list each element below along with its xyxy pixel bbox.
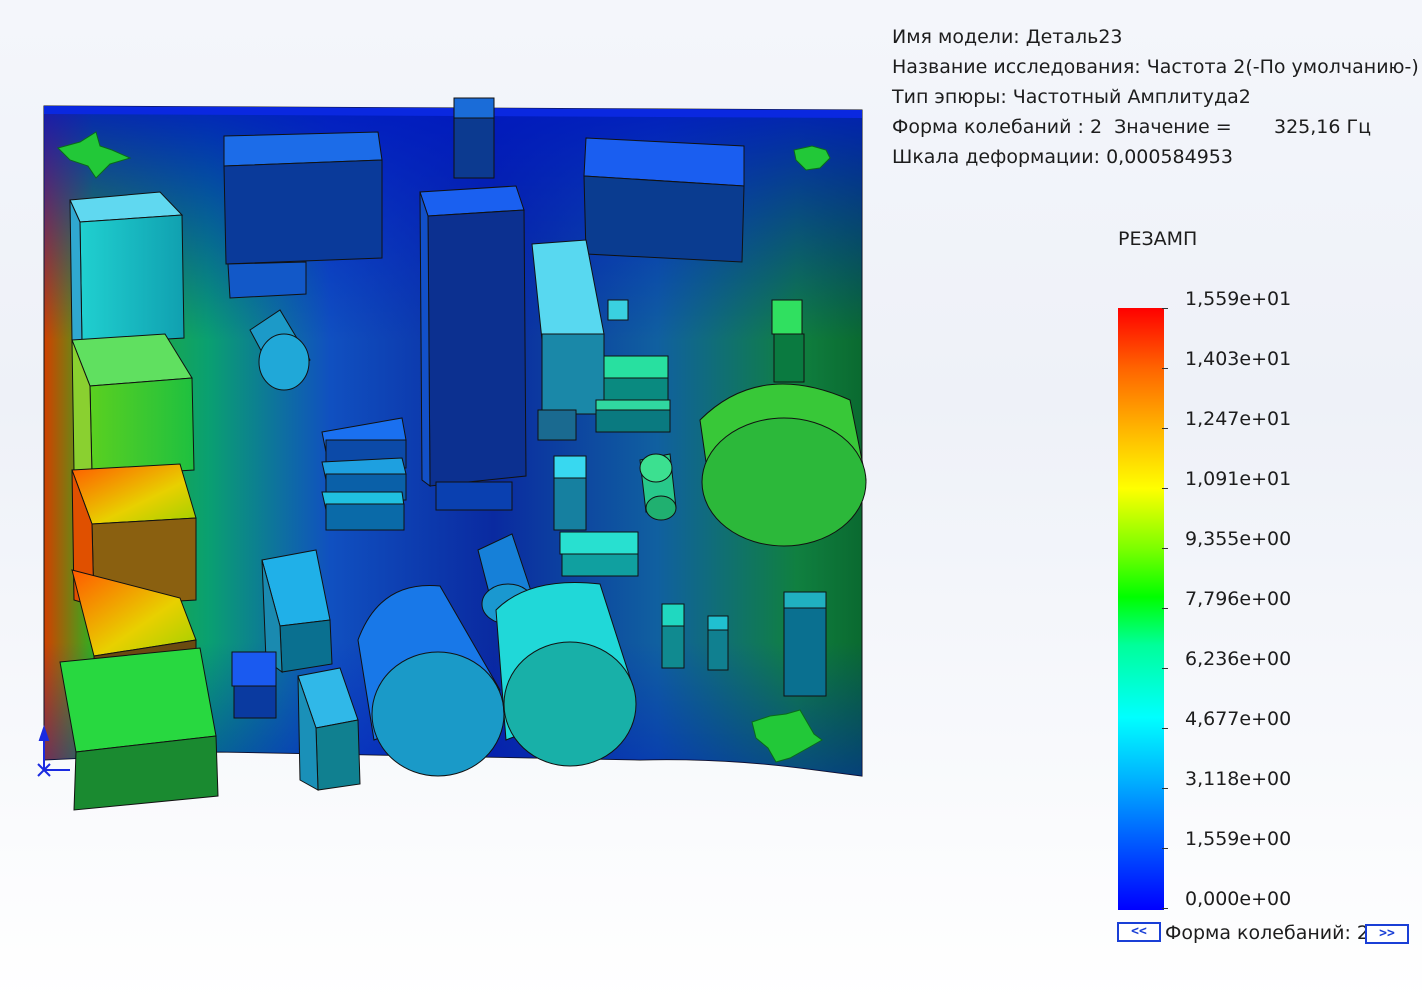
legend-tick bbox=[1162, 308, 1168, 309]
deformation-scale-text: Шкала деформации: 0,000584953 bbox=[892, 146, 1233, 168]
legend-tick bbox=[1162, 608, 1168, 609]
component-tower-green[interactable] bbox=[771, 299, 805, 383]
component-box-top-right[interactable] bbox=[583, 137, 745, 263]
legend-tick-label: 6,236e+00 bbox=[1185, 648, 1292, 670]
legend-tick-label: 1,247e+01 bbox=[1185, 408, 1292, 430]
next-mode-button[interactable]: >> bbox=[1365, 924, 1409, 944]
model-name-text: Имя модели: Деталь23 bbox=[892, 26, 1123, 48]
legend-tick bbox=[1162, 368, 1168, 369]
legend-tick-label: 3,118e+00 bbox=[1185, 768, 1292, 790]
component-connector-top[interactable] bbox=[453, 97, 495, 179]
legend-tick bbox=[1162, 548, 1168, 549]
legend-tick-label: 1,559e+00 bbox=[1185, 828, 1292, 850]
legend-tick-label: 4,677e+00 bbox=[1185, 708, 1292, 730]
legend-tick-label: 0,000e+00 bbox=[1185, 888, 1292, 910]
study-info-panel: Имя модели: Деталь23 Название исследован… bbox=[892, 22, 1419, 172]
study-name-text: Название исследования: Частота 2(-По умо… bbox=[892, 56, 1419, 78]
capacitor-small-right[interactable] bbox=[639, 453, 677, 521]
component-box-blue-small[interactable] bbox=[231, 651, 277, 719]
legend-tick bbox=[1162, 668, 1168, 669]
legend-tick bbox=[1162, 728, 1168, 729]
legend-tick bbox=[1162, 848, 1168, 849]
legend-tick bbox=[1162, 428, 1168, 429]
legend-tick bbox=[1162, 788, 1168, 789]
component-small-green-boxes[interactable] bbox=[595, 355, 671, 433]
legend-tick-label: 9,355e+00 bbox=[1185, 528, 1292, 550]
plot-type-text: Тип эпюры: Частотный Амплитуда2 bbox=[892, 86, 1251, 108]
legend-tick-label: 7,796e+00 bbox=[1185, 588, 1292, 610]
component-box-center-tall[interactable] bbox=[419, 185, 527, 511]
previous-mode-button[interactable]: << bbox=[1117, 922, 1161, 942]
legend-tick bbox=[1162, 488, 1168, 489]
component-small-stack[interactable] bbox=[321, 417, 407, 531]
mode-navigation-label: Форма колебаний: 2 bbox=[1165, 922, 1369, 944]
legend-title: РЕЗАМП bbox=[1118, 228, 1198, 250]
legend-tick-label: 1,091e+01 bbox=[1185, 468, 1292, 490]
capacitor-large-right[interactable] bbox=[699, 383, 867, 547]
legend-tick-label: 1,559e+01 bbox=[1185, 288, 1292, 310]
mode-shape-text: Форма колебаний : 2 Значение = 325,16 Гц bbox=[892, 116, 1372, 138]
legend-tick bbox=[1162, 908, 1168, 909]
color-legend-bar bbox=[1118, 308, 1164, 910]
legend-tick-label: 1,403e+01 bbox=[1185, 348, 1292, 370]
